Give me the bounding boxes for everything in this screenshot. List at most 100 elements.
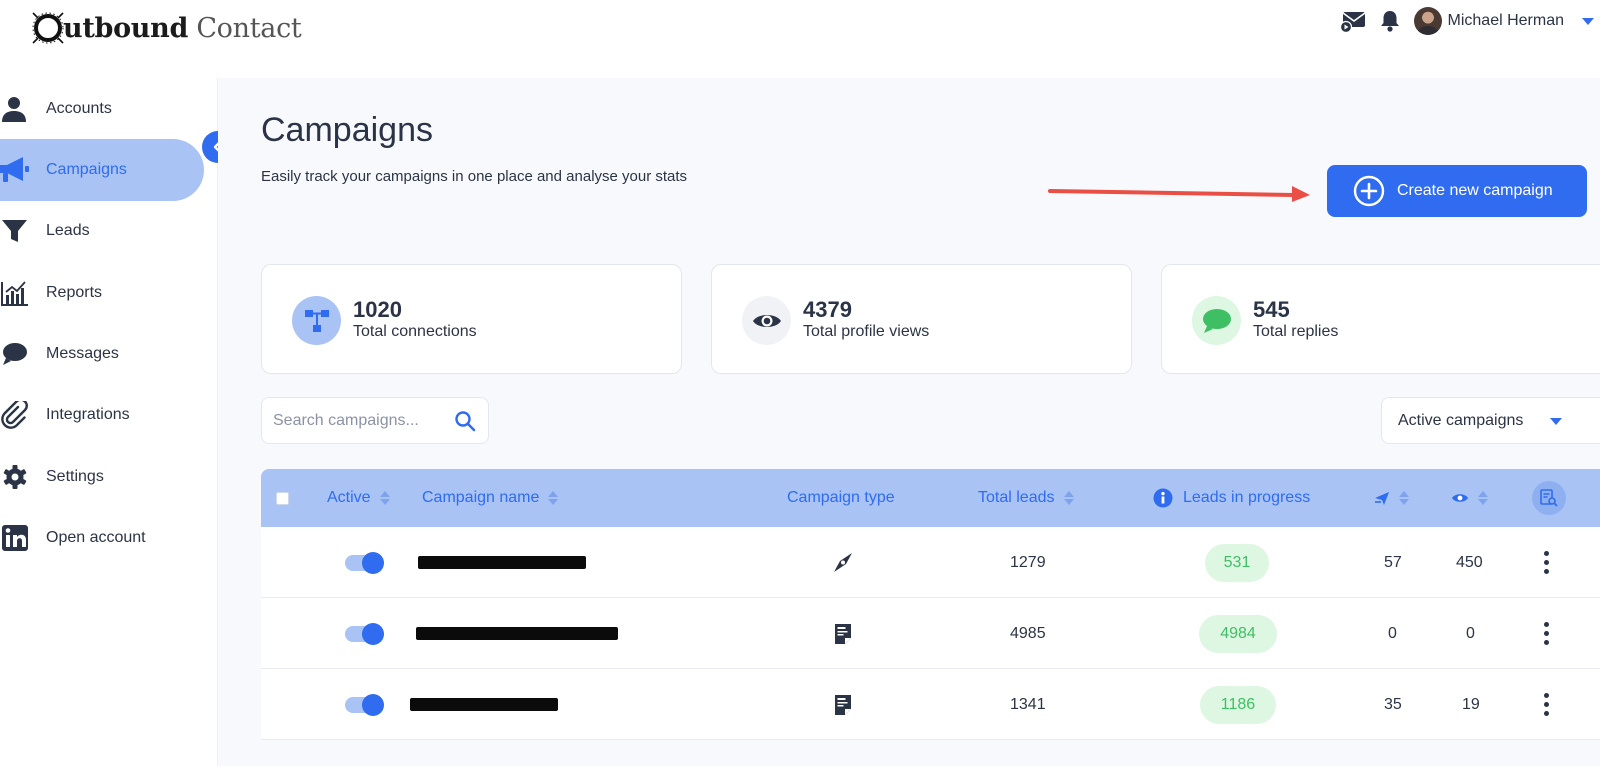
compass-icon: [834, 552, 852, 572]
campaign-name-cell[interactable]: [418, 527, 586, 598]
more-options-icon[interactable]: [1543, 551, 1549, 574]
sidebar-item-integrations[interactable]: Integrations: [0, 384, 204, 446]
column-campaign-name[interactable]: Campaign name: [422, 469, 559, 527]
gear-icon: [0, 462, 30, 492]
table-row[interactable]: 4985 4984 0 0: [261, 598, 1600, 669]
filter-selected: Active campaigns: [1398, 411, 1524, 429]
more-options-icon[interactable]: [1543, 693, 1549, 716]
info-icon[interactable]: [1153, 488, 1173, 508]
active-toggle-cell: [345, 527, 384, 598]
sidebar-item-accounts[interactable]: Accounts: [0, 78, 204, 140]
csv-file-icon: [835, 694, 851, 715]
page-title: Campaigns: [261, 111, 433, 149]
column-active[interactable]: Active: [327, 469, 390, 527]
sidebar-item-open-account[interactable]: Open account: [0, 507, 204, 569]
logo-o-icon: [30, 10, 66, 46]
sort-icon: [548, 491, 559, 505]
select-all-checkbox-cell: [276, 469, 289, 527]
messages-sent-cell: 0: [1388, 624, 1397, 642]
select-all-checkbox[interactable]: [276, 491, 289, 505]
active-toggle[interactable]: [345, 693, 384, 716]
sidebar-item-settings[interactable]: Settings: [0, 446, 204, 508]
row-menu-cell: [1543, 669, 1549, 740]
network-icon: [292, 296, 341, 345]
profile-views-cell: 0: [1466, 624, 1475, 642]
search-input[interactable]: [273, 410, 449, 432]
campaign-name-cell[interactable]: [416, 598, 618, 669]
stat-value: 1020: [353, 297, 402, 322]
chart-icon: [0, 278, 30, 308]
leads-in-progress-cell: 531: [1205, 527, 1269, 598]
send-icon: [1375, 492, 1389, 505]
main-content: Campaigns Easily track your campaigns in…: [218, 78, 1600, 766]
stat-label: Total replies: [1253, 323, 1339, 340]
chat-icon: [0, 339, 30, 369]
leads-in-progress-cell: 1186: [1200, 669, 1276, 740]
row-menu-cell: [1543, 598, 1549, 669]
page-subtitle: Easily track your campaigns in one place…: [261, 168, 688, 185]
sidebar-item-leads[interactable]: Leads: [0, 200, 204, 262]
column-profile-views[interactable]: [1451, 469, 1488, 527]
leads-in-progress-cell: 4984: [1199, 598, 1277, 669]
funnel-icon: [0, 216, 30, 246]
campaign-type-cell: [834, 669, 852, 740]
column-messages-sent[interactable]: [1374, 469, 1409, 527]
campaign-type-cell: [831, 527, 855, 598]
search-icon[interactable]: [454, 410, 476, 432]
column-campaign-type: Campaign type: [787, 469, 895, 527]
active-toggle[interactable]: [345, 551, 384, 574]
avatar[interactable]: [1413, 7, 1442, 35]
bell-icon[interactable]: [1376, 7, 1404, 35]
sidebar-item-label: Leads: [46, 222, 90, 239]
sidebar-item-campaigns[interactable]: Campaigns: [0, 139, 204, 201]
redacted-campaign-name: [410, 698, 558, 711]
column-label: Campaign type: [787, 489, 895, 506]
eye-icon: [742, 296, 791, 345]
total-leads-cell: 1341: [1010, 695, 1046, 713]
stat-card-replies: 545 Total replies: [1161, 264, 1600, 374]
column-label: Campaign name: [422, 489, 540, 506]
active-toggle-cell: [345, 669, 384, 740]
redacted-campaign-name: [416, 627, 618, 640]
create-new-campaign-button[interactable]: Create new campaign: [1327, 165, 1587, 217]
eye-icon: [1452, 494, 1468, 502]
plus-circle-icon: [1353, 175, 1385, 207]
sort-icon: [1063, 491, 1074, 505]
sidebar-item-messages[interactable]: Messages: [0, 323, 204, 385]
top-header: utbound Contact Michael Herman: [0, 0, 1600, 78]
logo-word-contact: Contact: [196, 12, 302, 44]
annotation-arrow-icon: [1048, 186, 1310, 202]
redacted-campaign-name: [418, 556, 586, 569]
create-button-label: Create new campaign: [1397, 182, 1553, 199]
sort-icon: [1478, 491, 1488, 505]
messages-sent-cell: 57: [1384, 553, 1402, 571]
sidebar-item-label: Settings: [46, 468, 104, 485]
sidebar-item-label: Accounts: [46, 100, 112, 117]
campaign-filter-dropdown[interactable]: Active campaigns: [1381, 397, 1600, 444]
caret-down-icon[interactable]: [1582, 17, 1594, 25]
mail-play-icon[interactable]: [1339, 7, 1368, 35]
campaign-name-cell[interactable]: [410, 669, 558, 740]
megaphone-icon: [0, 155, 30, 185]
column-total-leads[interactable]: Total leads: [978, 469, 1074, 527]
more-options-icon[interactable]: [1543, 622, 1549, 645]
messages-sent-cell: 35: [1384, 695, 1402, 713]
stat-label: Total connections: [353, 323, 477, 340]
sidebar-item-label: Open account: [46, 529, 146, 546]
sidebar-item-reports[interactable]: Reports: [0, 262, 204, 324]
user-name[interactable]: Michael Herman: [1448, 12, 1564, 30]
leads-in-progress-badge: 531: [1205, 543, 1269, 582]
stat-value: 545: [1253, 297, 1290, 322]
outbound-contact-logo[interactable]: utbound Contact: [30, 6, 302, 50]
column-leads-in-progress: Leads in progress: [1153, 469, 1310, 527]
table-row[interactable]: 1341 1186 35 19: [261, 669, 1600, 740]
total-leads-cell: 4985: [1010, 624, 1046, 642]
table-row[interactable]: 1279 531 57 450: [261, 527, 1600, 598]
stat-card-profile-views: 4379 Total profile views: [711, 264, 1132, 374]
stat-card-connections: 1020 Total connections: [261, 264, 682, 374]
linkedin-icon: [0, 523, 30, 553]
csv-file-icon: [835, 623, 851, 644]
user-icon: [0, 94, 30, 124]
column-settings-button[interactable]: [1532, 481, 1566, 515]
active-toggle[interactable]: [345, 622, 384, 645]
